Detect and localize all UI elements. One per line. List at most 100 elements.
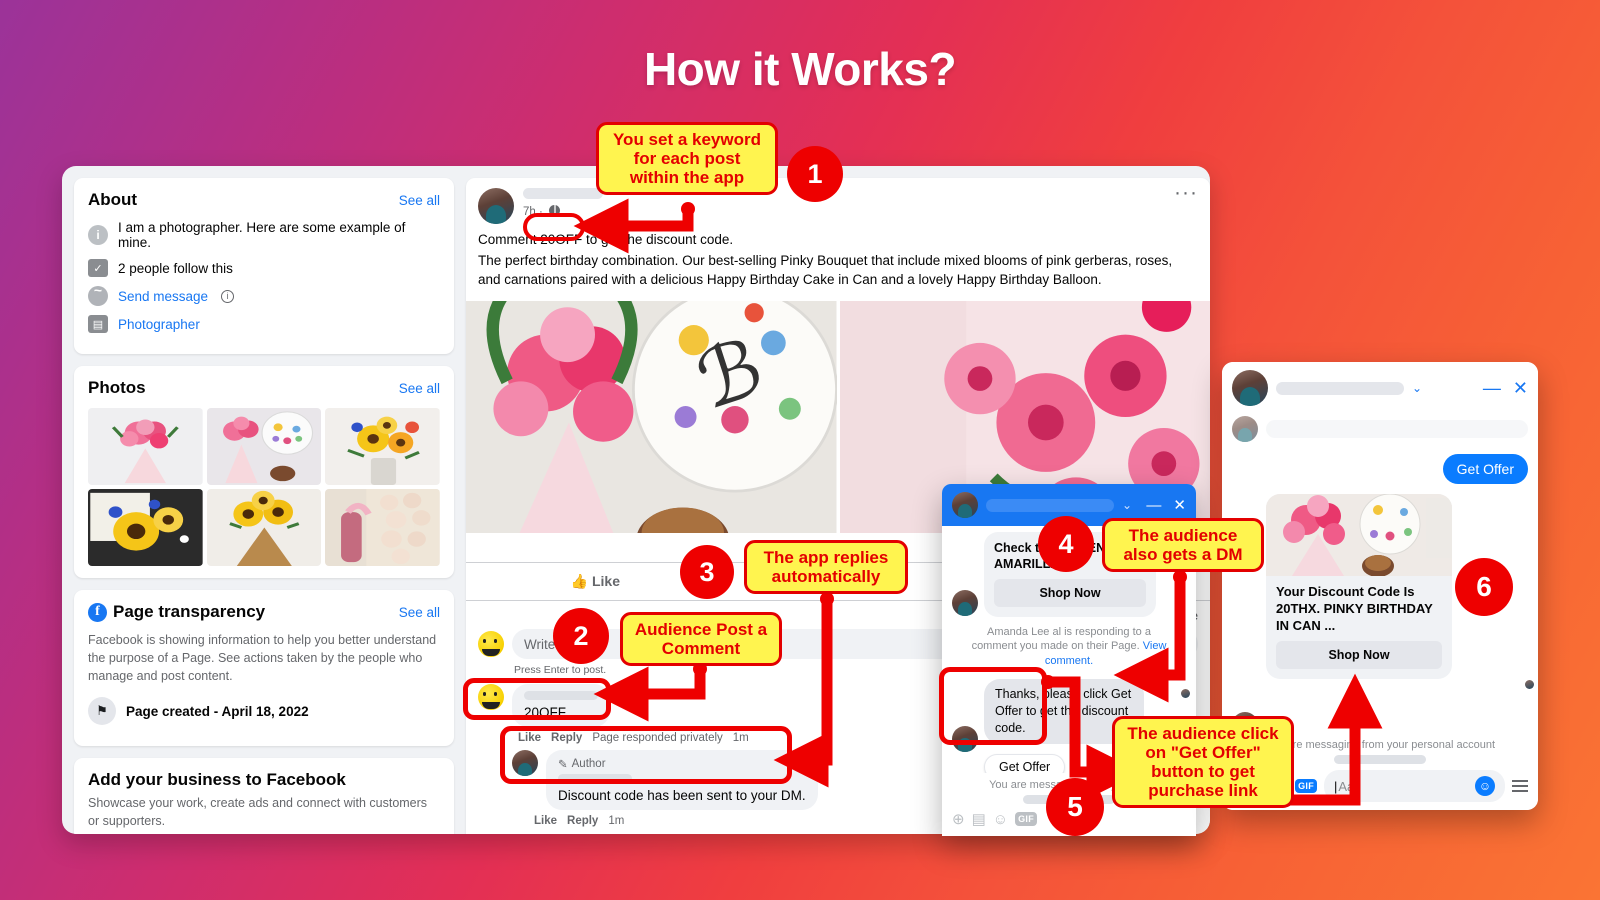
- plus-circle-icon[interactable]: ⊕: [952, 810, 965, 828]
- gif-icon[interactable]: GIF: [1295, 779, 1317, 793]
- photo-thumbnail[interactable]: [325, 408, 440, 485]
- system-note: Amanda Lee al is responding to a comment…: [971, 625, 1167, 668]
- chevron-down-icon[interactable]: ⌄: [1122, 498, 1132, 512]
- post-timestamp: 7h ·: [523, 205, 603, 218]
- transparency-see-all-link[interactable]: See all: [399, 605, 440, 620]
- presence-dot: [1181, 689, 1190, 698]
- discount-card-text: Your Discount Code Is 20THX. PINKY BIRTH…: [1276, 584, 1433, 633]
- comment-time: 1m: [732, 732, 749, 745]
- step-badge-4: 4: [1038, 516, 1094, 572]
- step-badge-3: 3: [680, 545, 734, 599]
- comment-private-note: Page responded privately: [592, 732, 723, 745]
- photos-header: Photos See all: [88, 378, 440, 398]
- gif-icon[interactable]: GIF: [1015, 812, 1037, 826]
- reply-time: 1m: [608, 815, 625, 828]
- sender-avatar[interactable]: [952, 590, 978, 616]
- about-followers-row: ✓ 2 people follow this: [88, 259, 440, 277]
- photo-thumbnail[interactable]: [325, 489, 440, 566]
- add-business-panel: Add your business to Facebook Showcase y…: [74, 758, 454, 834]
- step-badge-1: 1: [787, 146, 843, 202]
- messenger-contact-avatar[interactable]: [952, 492, 978, 518]
- menu-icon[interactable]: [1512, 780, 1528, 792]
- page-title: How it Works?: [643, 43, 957, 95]
- info-outline-icon[interactable]: i: [221, 289, 235, 303]
- user-avatar-emoji: [478, 631, 504, 658]
- prev-message-redacted: [1266, 420, 1528, 438]
- commenter-avatar[interactable]: [478, 684, 504, 711]
- reply-text: Discount code has been sent to your DM.: [558, 788, 806, 804]
- bot-avatar[interactable]: [952, 726, 978, 752]
- about-category-row[interactable]: ▤ Photographer: [88, 315, 440, 333]
- messenger-contact-avatar[interactable]: [1232, 370, 1268, 406]
- minimize-icon[interactable]: —: [1483, 378, 1501, 399]
- about-header: About See all: [88, 190, 440, 210]
- post-more-options-icon[interactable]: ···: [1174, 182, 1198, 203]
- prev-message-avatar: [1232, 416, 1258, 442]
- emoji-icon[interactable]: ☺: [1475, 776, 1495, 796]
- author-tag: ✎ Author: [558, 758, 606, 772]
- transparency-header: f Page transparency See all: [88, 602, 440, 622]
- minimize-icon[interactable]: —: [1146, 497, 1161, 514]
- callout-5: The audience click on "Get Offer" button…: [1112, 716, 1294, 809]
- transparency-body: Facebook is showing information to help …: [88, 633, 437, 683]
- message-input[interactable]: | Aa ☺: [1324, 770, 1505, 802]
- add-business-title: Add your business to Facebook: [88, 770, 346, 790]
- discount-card-shop-now-button[interactable]: Shop Now: [1276, 640, 1442, 669]
- category-link[interactable]: Photographer: [118, 317, 200, 332]
- comment-like-action[interactable]: Like: [518, 732, 541, 744]
- photos-title: Photos: [88, 378, 146, 397]
- post-author-name-redacted: [523, 188, 603, 199]
- sticker-icon[interactable]: ☺: [993, 811, 1008, 828]
- chevron-down-icon[interactable]: ⌄: [1412, 381, 1422, 395]
- messenger-contact-name-redacted: [1276, 381, 1404, 395]
- about-panel: About See all i I am a photographer. Her…: [74, 178, 454, 354]
- image-icon[interactable]: ▤: [972, 810, 986, 828]
- step-badge-2: 2: [553, 608, 609, 664]
- pencil-icon: ✎: [558, 759, 568, 772]
- check-badge-icon: ✓: [88, 259, 108, 277]
- page-name-redacted: [558, 774, 632, 784]
- photo-thumbnail[interactable]: [88, 489, 203, 566]
- comment-text: 20OFF: [524, 705, 567, 721]
- transparency-title: Page transparency: [113, 602, 266, 621]
- photo-thumbnail[interactable]: [206, 408, 322, 485]
- user-sent-message: Get Offer: [1442, 454, 1528, 484]
- photo-thumbnail[interactable]: [206, 489, 322, 566]
- avatar[interactable]: [478, 188, 514, 224]
- send-message-link[interactable]: Send message: [118, 289, 208, 304]
- about-send-message-row[interactable]: Send message i: [88, 282, 440, 306]
- post-photo[interactable]: ℬ: [466, 301, 837, 534]
- flag-icon: ⚑: [88, 697, 116, 726]
- comment-bubble: 20OFF: [512, 684, 610, 728]
- callout-1: You set a keyword for each post within t…: [596, 122, 778, 196]
- photo-grid: [88, 408, 440, 566]
- messenger-contact-name-redacted: [986, 498, 1114, 512]
- product-card-shop-now-button[interactable]: Shop Now: [994, 578, 1146, 607]
- sidebar: About See all i I am a photographer. Her…: [62, 166, 466, 834]
- page-avatar[interactable]: [512, 750, 538, 777]
- page-created-row: ⚑ Page created - April 18, 2022: [88, 697, 440, 726]
- account-name-redacted: [1334, 755, 1426, 764]
- presence-dot: [1525, 680, 1534, 689]
- add-business-body: Showcase your work, create ads and conne…: [88, 796, 428, 828]
- messenger-large-body: Get Offer Your Discount Code Is 20THX. P…: [1222, 414, 1538, 738]
- callout-4: The audience also gets a DM: [1102, 518, 1264, 573]
- about-bio: I am a photographer. Here are some examp…: [118, 220, 406, 250]
- photos-panel: Photos See all: [74, 366, 454, 578]
- callout-2: Audience Post a Comment: [620, 612, 782, 667]
- about-followers: 2 people follow this: [118, 260, 233, 276]
- close-icon[interactable]: ✕: [1173, 496, 1186, 514]
- comment-reply-action[interactable]: Reply: [551, 732, 582, 744]
- about-title: About: [88, 190, 138, 209]
- reply-like-action[interactable]: Like: [534, 815, 557, 827]
- messenger-icon: [88, 282, 108, 306]
- photos-see-all-link[interactable]: See all: [399, 381, 440, 396]
- photo-thumbnail[interactable]: [88, 408, 203, 485]
- about-see-all-link[interactable]: See all: [399, 193, 440, 208]
- post-keyword: 20OFF: [540, 232, 583, 247]
- post-keyword-line: Comment 20OFF to get the discount code.: [478, 232, 734, 247]
- info-icon: i: [88, 225, 108, 245]
- facebook-logo-icon: f: [88, 602, 107, 622]
- close-icon[interactable]: ✕: [1513, 378, 1528, 399]
- reply-reply-action[interactable]: Reply: [567, 815, 598, 827]
